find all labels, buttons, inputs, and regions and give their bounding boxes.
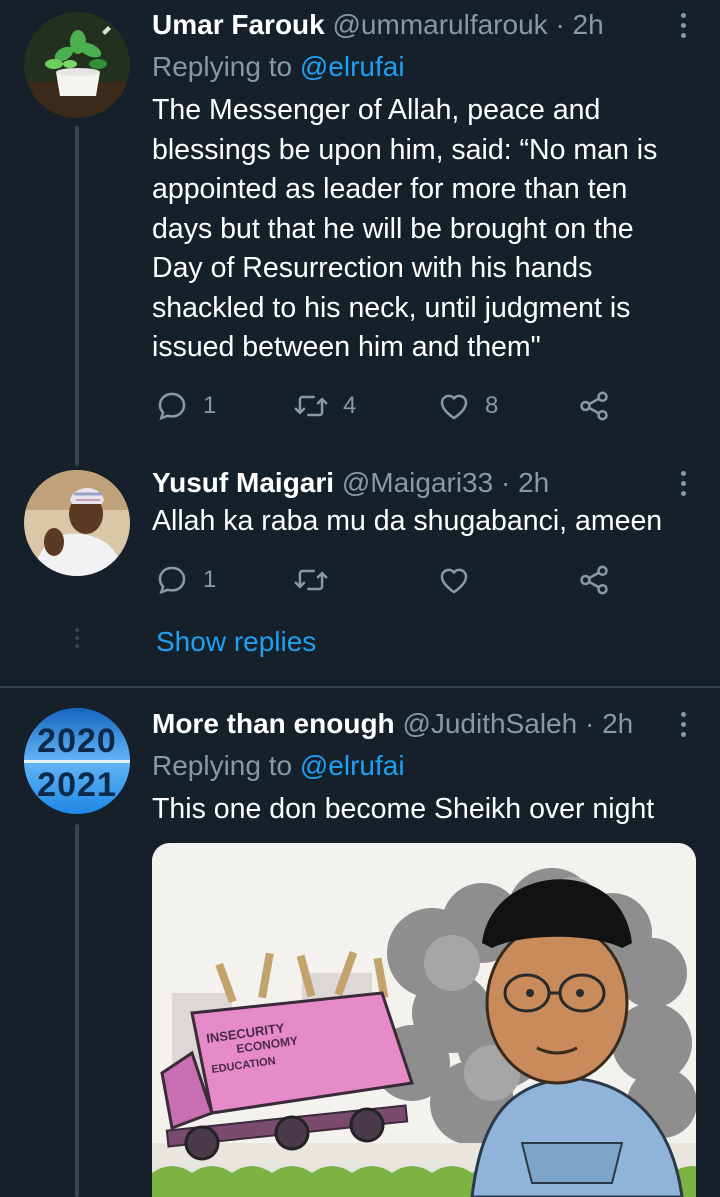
heart-icon — [440, 394, 468, 420]
avatar[interactable] — [24, 470, 130, 576]
reply-count: 1 — [203, 392, 217, 419]
reply-button[interactable]: 1 — [155, 386, 216, 426]
reply-count: 1 — [203, 566, 217, 593]
retweet-button[interactable] — [293, 560, 343, 600]
user-handle[interactable]: @Maigari33 — [342, 467, 493, 498]
reply-button[interactable]: 1 — [155, 560, 216, 600]
tweet-umar-farouk[interactable]: Umar Farouk @ummarulfarouk · 2h Replying… — [0, 0, 720, 466]
share-button[interactable] — [577, 386, 611, 426]
thread-line — [75, 450, 79, 464]
retweet-icon — [294, 395, 328, 417]
replying-prefix: Replying to — [152, 750, 300, 781]
thread-line — [75, 824, 79, 1197]
tweet-yusuf-maigari[interactable]: Yusuf Maigari @Maigari33 · 2h Allah ka r… — [0, 450, 720, 685]
tweet-text: The Messenger of Allah, peace and blessi… — [152, 94, 658, 363]
timestamp[interactable]: 2h — [518, 467, 549, 498]
more-options-icon[interactable] — [676, 704, 690, 744]
more-options-icon[interactable] — [676, 5, 690, 45]
tweet-media-image[interactable]: INSECURITY ECONOMY EDUCATION — [152, 843, 696, 1197]
thread-line — [75, 126, 79, 466]
replying-prefix: Replying to — [152, 51, 300, 82]
timestamp[interactable]: 2h — [573, 9, 604, 40]
share-icon — [580, 391, 608, 421]
like-button[interactable]: 8 — [437, 386, 498, 426]
more-options-icon[interactable] — [676, 463, 690, 503]
tweet-header: More than enough @JudithSaleh · 2h — [152, 704, 633, 744]
thread-continuation-dots — [75, 628, 79, 648]
mention-link[interactable]: @elrufai — [300, 51, 405, 82]
like-count: 8 — [485, 392, 499, 419]
share-button[interactable] — [577, 560, 611, 600]
retweet-icon — [294, 569, 328, 591]
tweet-actions: 1 4 8 — [155, 386, 625, 426]
avatar[interactable]: 2020 2021 — [24, 708, 130, 814]
mention-link[interactable]: @elrufai — [300, 750, 405, 781]
timestamp[interactable]: 2h — [602, 708, 633, 739]
retweet-button[interactable]: 4 — [293, 386, 356, 426]
like-button[interactable] — [437, 560, 485, 600]
share-icon — [580, 565, 608, 595]
show-replies-link[interactable]: Show replies — [156, 622, 316, 662]
replying-to: Replying to @elrufai — [152, 47, 405, 87]
display-name[interactable]: Umar Farouk — [152, 9, 325, 40]
avatar-year-bottom: 2021 — [37, 766, 117, 804]
separator-dot: · — [500, 467, 511, 498]
heart-icon — [440, 568, 468, 594]
display-name[interactable]: More than enough — [152, 708, 395, 739]
reply-icon — [158, 392, 186, 421]
tweet-text: This one don become Sheikh over night — [152, 793, 655, 825]
tweet-header: Yusuf Maigari @Maigari33 · 2h — [152, 463, 549, 503]
user-handle[interactable]: @JudithSaleh — [402, 708, 577, 739]
tweet-actions: 1 — [155, 560, 625, 600]
tweet-text: Allah ka raba mu da shugabanci, ameen — [152, 505, 663, 537]
separator-dot: · — [584, 708, 595, 739]
reply-icon — [158, 566, 186, 595]
avatar-year-top: 2020 — [37, 722, 117, 760]
retweet-count: 4 — [343, 392, 357, 419]
tweet-header: Umar Farouk @ummarulfarouk · 2h — [152, 5, 604, 45]
display-name[interactable]: Yusuf Maigari — [152, 467, 334, 498]
user-handle[interactable]: @ummarulfarouk — [333, 9, 548, 40]
avatar[interactable] — [24, 12, 130, 118]
separator-dot: · — [555, 9, 565, 40]
replying-to: Replying to @elrufai — [152, 746, 405, 786]
